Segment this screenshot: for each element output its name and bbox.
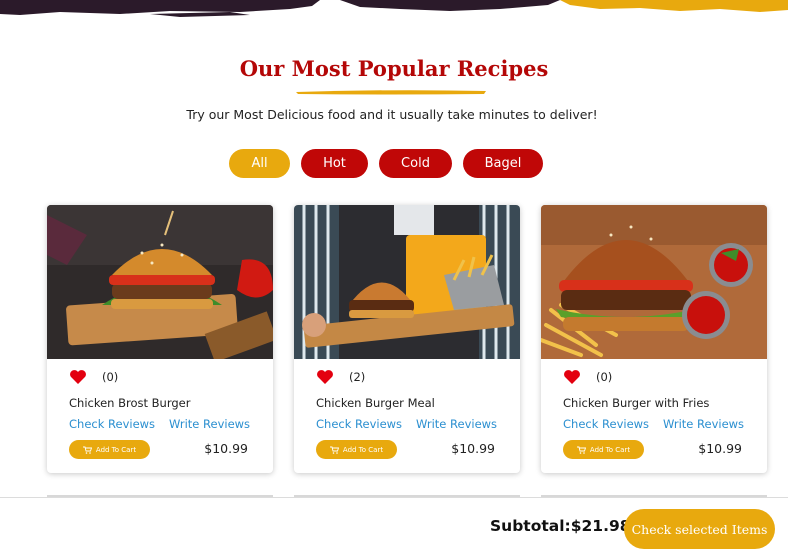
recipe-name: Chicken Burger Meal <box>316 396 435 410</box>
check-reviews-link[interactable]: Check Reviews <box>69 417 155 431</box>
burger-fries-photo[interactable] <box>541 205 767 359</box>
section-subtitle: Try our Most Delicious food and it usual… <box>186 107 598 122</box>
filter-bar: All Hot Cold Bagel <box>0 149 788 179</box>
add-to-cart-button[interactable]: Add To Cart <box>69 440 150 459</box>
add-to-cart-label: Add To Cart <box>589 445 631 454</box>
subtotal-text: Subtotal:$21.98 <box>490 517 631 535</box>
filter-cold-button[interactable]: Cold <box>379 149 452 178</box>
write-reviews-link[interactable]: Write Reviews <box>416 417 497 431</box>
burger-meal-photo[interactable] <box>294 205 520 359</box>
heart-icon[interactable] <box>316 369 334 385</box>
check-selected-items-button[interactable]: Check selected Items <box>624 509 775 549</box>
price: $10.99 <box>204 441 248 456</box>
section-title: Our Most Popular Recipes <box>239 56 549 81</box>
write-reviews-link[interactable]: Write Reviews <box>169 417 250 431</box>
likes-count: (0) <box>102 370 119 384</box>
cart-footer: Subtotal:$21.98 Check selected Items <box>0 497 788 550</box>
recipe-name: Chicken Brost Burger <box>69 396 191 410</box>
recipe-card: (2) Chicken Burger Meal Check Reviews Wr… <box>294 205 520 473</box>
add-to-cart-button[interactable]: Add To Cart <box>316 440 397 459</box>
recipe-card: (0) Chicken Burger with Fries Check Revi… <box>541 205 767 473</box>
filter-bagel-button[interactable]: Bagel <box>463 149 543 178</box>
top-brush-decoration <box>0 0 788 22</box>
likes-count: (0) <box>596 370 613 384</box>
price: $10.99 <box>451 441 495 456</box>
add-to-cart-label: Add To Cart <box>342 445 384 454</box>
heart-icon[interactable] <box>69 369 87 385</box>
filter-all-button[interactable]: All <box>229 149 290 178</box>
likes-count: (2) <box>349 370 366 384</box>
filter-hot-button[interactable]: Hot <box>301 149 368 178</box>
price: $10.99 <box>698 441 742 456</box>
cart-icon <box>329 446 339 454</box>
recipe-card: (0) Chicken Brost Burger Check Reviews W… <box>47 205 273 473</box>
burger-photo[interactable] <box>47 205 273 359</box>
check-reviews-link[interactable]: Check Reviews <box>316 417 402 431</box>
cart-icon <box>82 446 92 454</box>
title-underline <box>296 90 486 95</box>
cart-icon <box>576 446 586 454</box>
recipe-name: Chicken Burger with Fries <box>563 396 710 410</box>
add-to-cart-button[interactable]: Add To Cart <box>563 440 644 459</box>
write-reviews-link[interactable]: Write Reviews <box>663 417 744 431</box>
add-to-cart-label: Add To Cart <box>95 445 137 454</box>
heart-icon[interactable] <box>563 369 581 385</box>
check-reviews-link[interactable]: Check Reviews <box>563 417 649 431</box>
